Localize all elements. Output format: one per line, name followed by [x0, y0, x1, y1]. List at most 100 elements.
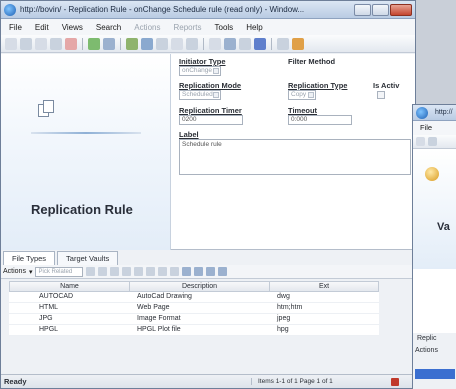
initiator-type-label: Initiator Type	[179, 57, 226, 66]
timeout-label: Timeout	[288, 106, 318, 115]
rule-form-area: Replication Rule Initiator Type onChange…	[1, 54, 415, 250]
table-row[interactable]: HTML Web Page htm;htm	[9, 303, 379, 314]
chevron-down-icon	[213, 68, 219, 74]
link-icon[interactable]	[209, 37, 221, 50]
label-textarea[interactable]: Schedule rule	[179, 139, 411, 175]
browser-icon	[416, 106, 428, 119]
properties-icon[interactable]	[103, 37, 115, 50]
menu-edit[interactable]: Edit	[35, 23, 49, 32]
table-row[interactable]: HPGL HPGL Plot file hpg	[9, 325, 379, 336]
minimize-button[interactable]	[354, 3, 371, 16]
menu-bar: File Edit Views Search Actions Reports T…	[1, 19, 415, 35]
paste-icon[interactable]	[50, 37, 62, 50]
main-window: http://bovin/ - Replication Rule - onCha…	[0, 0, 416, 389]
checkout-icon[interactable]	[141, 37, 153, 50]
menu-tools[interactable]: Tools	[215, 23, 234, 32]
replication-mode-select[interactable]: Scheduled	[179, 90, 221, 100]
replication-timer-label: Replication Timer	[179, 106, 242, 115]
cell-name: HTML	[39, 304, 59, 311]
delete-icon[interactable]	[65, 37, 77, 50]
replication-mode-value: Scheduled	[182, 91, 213, 98]
menu-views[interactable]: Views	[62, 23, 83, 32]
view-icon[interactable]	[134, 267, 144, 276]
remove-icon[interactable]	[98, 267, 108, 276]
second-window[interactable]: http:// File Va Replic Actions	[412, 104, 456, 389]
open-icon[interactable]	[20, 37, 32, 50]
second-window-header-panel: Va	[413, 149, 456, 269]
menu-reports[interactable]: Reports	[173, 23, 201, 32]
column-ext[interactable]: Ext	[270, 282, 378, 291]
header-divider	[31, 132, 141, 134]
second-window-actions[interactable]: Actions	[413, 347, 456, 359]
label-label: Label	[179, 130, 199, 139]
warning-icon	[391, 377, 399, 386]
new-icon[interactable]	[5, 37, 17, 50]
move-up-icon[interactable]	[110, 267, 120, 276]
find-icon[interactable]	[194, 267, 204, 276]
tab-file-types[interactable]: File Types	[3, 251, 56, 265]
menu-actions[interactable]: Actions	[134, 23, 160, 32]
help-icon[interactable]	[254, 37, 266, 50]
browser-icon	[4, 3, 16, 16]
view-icon[interactable]	[224, 37, 236, 50]
toolbar-separator	[82, 37, 83, 50]
column-name[interactable]: Name	[10, 282, 130, 291]
filter-select[interactable]: Pick Related	[35, 266, 84, 277]
second-window-title-bar[interactable]: http://	[413, 105, 456, 121]
toolbar-separator	[271, 37, 272, 50]
filter-icon[interactable]	[206, 267, 216, 276]
window-title: http://bovin/ - Replication Rule - onCha…	[20, 5, 305, 14]
table-row[interactable]: JPG Image Format jpeg	[9, 314, 379, 325]
tab-target-vaults[interactable]: Target Vaults	[57, 251, 119, 265]
open-icon[interactable]	[428, 137, 437, 146]
grid-icon[interactable]	[146, 267, 156, 276]
cell-ext: hpg	[277, 326, 289, 333]
second-window-menu-file[interactable]: File	[413, 121, 456, 135]
initiator-type-select[interactable]: onChange	[179, 66, 221, 76]
is-active-checkbox[interactable]	[377, 91, 385, 99]
new-icon[interactable]	[416, 137, 425, 146]
actions-menu[interactable]: Actions	[3, 268, 26, 275]
window-controls	[354, 3, 412, 16]
favorite-icon[interactable]	[292, 37, 304, 50]
selected-row[interactable]	[415, 369, 455, 379]
search-icon[interactable]	[182, 267, 192, 276]
refresh-icon[interactable]	[218, 267, 228, 276]
email-icon[interactable]	[277, 37, 289, 50]
timeout-input[interactable]: 0:000	[288, 115, 352, 125]
toolbar-separator	[120, 37, 121, 50]
grid-header: Name Description Ext	[9, 281, 379, 292]
export-icon[interactable]	[170, 267, 180, 276]
copy-icon[interactable]	[35, 37, 47, 50]
add-icon[interactable]	[86, 267, 96, 276]
menu-search[interactable]: Search	[96, 23, 121, 32]
second-window-tab[interactable]: Replic	[413, 335, 456, 347]
title-bar[interactable]: http://bovin/ - Replication Rule - onCha…	[1, 1, 415, 19]
second-window-form	[413, 269, 456, 333]
grid-icon[interactable]	[239, 37, 251, 50]
second-window-title: http://	[435, 109, 453, 116]
move-down-icon[interactable]	[122, 267, 132, 276]
cell-description: AutoCad Drawing	[137, 293, 192, 300]
maximize-button[interactable]	[372, 3, 389, 16]
chevron-down-icon: ▾	[28, 268, 33, 276]
toolbar	[1, 35, 415, 53]
close-button[interactable]	[390, 3, 412, 16]
print-icon[interactable]	[156, 37, 168, 50]
menu-help[interactable]: Help	[246, 23, 262, 32]
replication-type-select[interactable]: Copy	[288, 90, 316, 100]
table-row[interactable]: AUTOCAD AutoCad Drawing dwg	[9, 292, 379, 303]
rule-form: Initiator Type onChange Filter Method Re…	[177, 54, 415, 250]
print-icon[interactable]	[158, 267, 168, 276]
filter-value: Pick Related	[38, 268, 73, 275]
actions-bar: Actions ▾ Pick Related	[1, 265, 415, 279]
checkin-icon[interactable]	[126, 37, 138, 50]
menu-file[interactable]: File	[9, 23, 22, 32]
refresh-icon[interactable]	[88, 37, 100, 50]
replication-timer-input[interactable]: 0200	[179, 115, 243, 125]
column-description[interactable]: Description	[130, 282, 270, 291]
undo-icon[interactable]	[186, 37, 198, 50]
status-text: Ready	[4, 377, 27, 386]
cell-ext: htm;htm	[277, 304, 303, 311]
save-icon[interactable]	[171, 37, 183, 50]
